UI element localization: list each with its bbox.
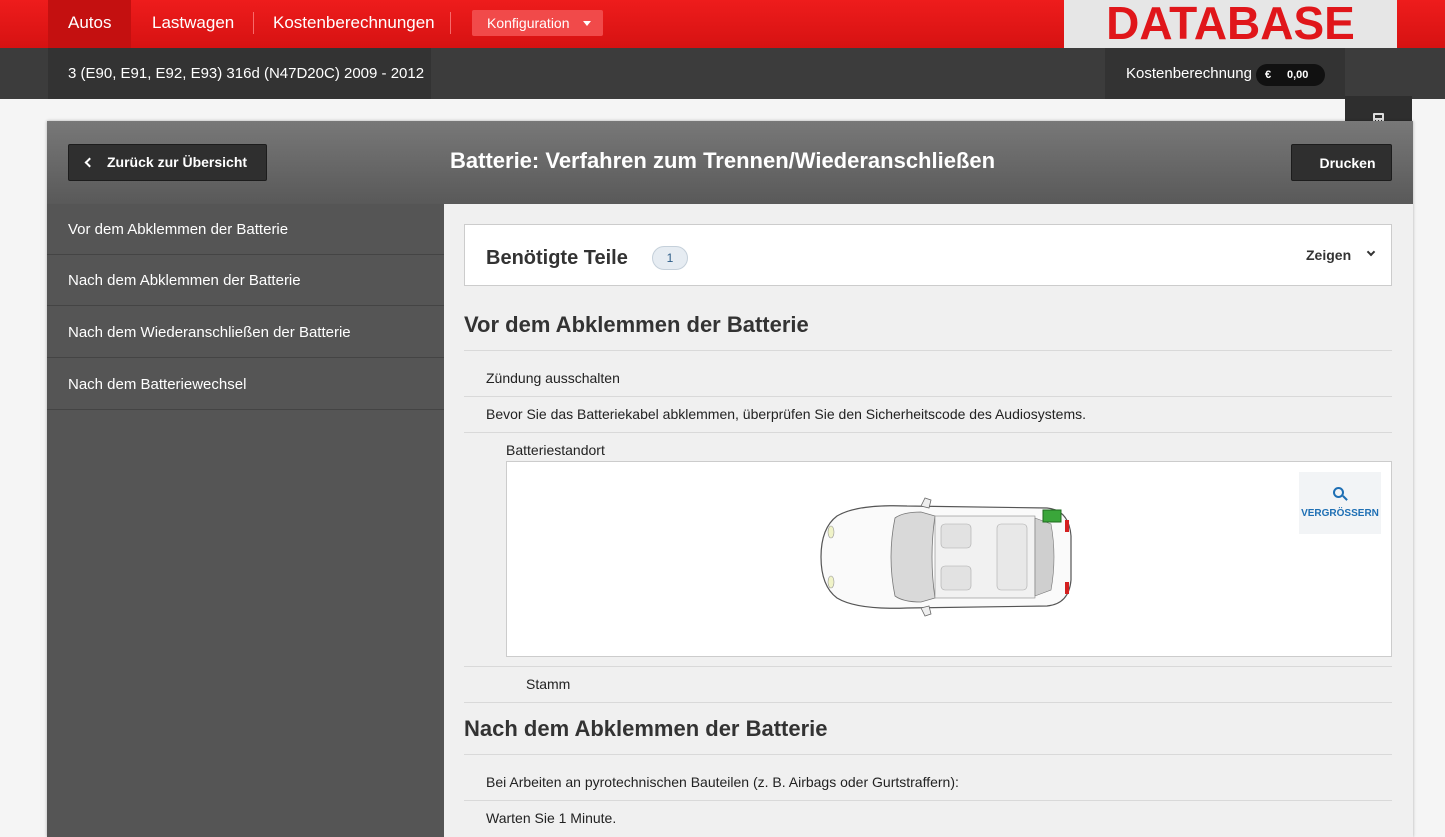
zoom-label: VERGRÖSSERN bbox=[1301, 508, 1379, 519]
divider bbox=[464, 432, 1392, 433]
show-parts-toggle[interactable]: Zeigen bbox=[1306, 247, 1351, 263]
required-parts-box: Benötigte Teile 1 Zeigen bbox=[464, 224, 1392, 286]
top-navbar: Autos Lastwagen Kostenberechnungen Konfi… bbox=[0, 0, 1445, 48]
step-text: Warten Sie 1 Minute. bbox=[486, 810, 617, 826]
divider bbox=[464, 702, 1392, 703]
required-parts-title: Benötigte Teile bbox=[486, 247, 628, 269]
caret-down-icon bbox=[583, 21, 591, 26]
logo: DATABASE bbox=[1064, 0, 1397, 48]
nav-kostenberechnungen[interactable]: Kostenberechnungen bbox=[253, 0, 455, 48]
logo-text: DATABASE bbox=[1106, 0, 1355, 49]
page-title: Batterie: Verfahren zum Trennen/Wiederan… bbox=[450, 148, 996, 173]
parts-count-badge: 1 bbox=[652, 246, 688, 270]
vehicle-bar: 3 (E90, E91, E92, E93) 316d (N47D20C) 20… bbox=[0, 48, 1445, 147]
back-button-label: Zurück zur Übersicht bbox=[107, 154, 248, 170]
divider bbox=[464, 396, 1392, 397]
nav-autos[interactable]: Autos bbox=[48, 0, 132, 48]
nav-lastwagen[interactable]: Lastwagen bbox=[132, 0, 254, 48]
car-top-view-diagram bbox=[820, 497, 1072, 617]
konfiguration-dropdown[interactable]: Konfiguration bbox=[472, 10, 603, 36]
nav-divider bbox=[450, 12, 451, 34]
sidebar: Vor dem Abklemmen der Batterie Nach dem … bbox=[47, 204, 444, 837]
step-text: Zündung ausschalten bbox=[486, 370, 620, 386]
section-title: Nach dem Abklemmen der Batterie bbox=[464, 716, 828, 741]
panel-header: Zurück zur Übersicht Batterie: Verfahren… bbox=[47, 121, 1413, 204]
cost-total-badge: € 0,00 bbox=[1256, 64, 1325, 86]
sidebar-item-battery-replacement[interactable]: Nach dem Batteriewechsel bbox=[47, 359, 444, 410]
vehicle-label: 3 (E90, E91, E92, E93) 316d (N47D20C) 20… bbox=[48, 48, 431, 99]
divider bbox=[464, 800, 1392, 801]
divider bbox=[464, 666, 1392, 667]
magnifier-handle bbox=[1342, 495, 1348, 501]
back-to-overview-button[interactable]: Zurück zur Übersicht bbox=[68, 144, 267, 181]
cost-label: Kostenberechnung bbox=[1126, 65, 1252, 82]
zoom-image-button[interactable]: VERGRÖSSERN bbox=[1299, 472, 1381, 534]
chevron-left-icon bbox=[84, 157, 95, 168]
section-title: Vor dem Abklemmen der Batterie bbox=[464, 312, 809, 337]
battery-location-image: VERGRÖSSERN bbox=[506, 461, 1392, 657]
cost-amount: 0,00 bbox=[1287, 69, 1309, 81]
divider bbox=[464, 350, 1392, 351]
sidebar-item-after-disconnect[interactable]: Nach dem Abklemmen der Batterie bbox=[47, 255, 444, 306]
step-text: Bevor Sie das Batteriekabel abklemmen, ü… bbox=[486, 406, 1087, 422]
sidebar-item-before-disconnect[interactable]: Vor dem Abklemmen der Batterie bbox=[47, 204, 444, 255]
chevron-down-icon[interactable] bbox=[1366, 247, 1376, 257]
konfiguration-label: Konfiguration bbox=[487, 15, 570, 31]
step-text: Bei Arbeiten an pyrotechnischen Bauteile… bbox=[486, 774, 959, 790]
sidebar-item-after-reconnect[interactable]: Nach dem Wiederanschließen der Batterie bbox=[47, 307, 444, 358]
image-caption: Batteriestandort bbox=[506, 442, 605, 458]
divider bbox=[464, 754, 1392, 755]
procedure-panel: Zurück zur Übersicht Batterie: Verfahren… bbox=[47, 121, 1413, 837]
print-button[interactable]: Drucken bbox=[1291, 144, 1392, 181]
main-content: Benötigte Teile 1 Zeigen Vor dem Abklemm… bbox=[444, 204, 1413, 837]
currency-symbol: € bbox=[1265, 69, 1272, 81]
battery-location-text: Stamm bbox=[526, 676, 571, 692]
